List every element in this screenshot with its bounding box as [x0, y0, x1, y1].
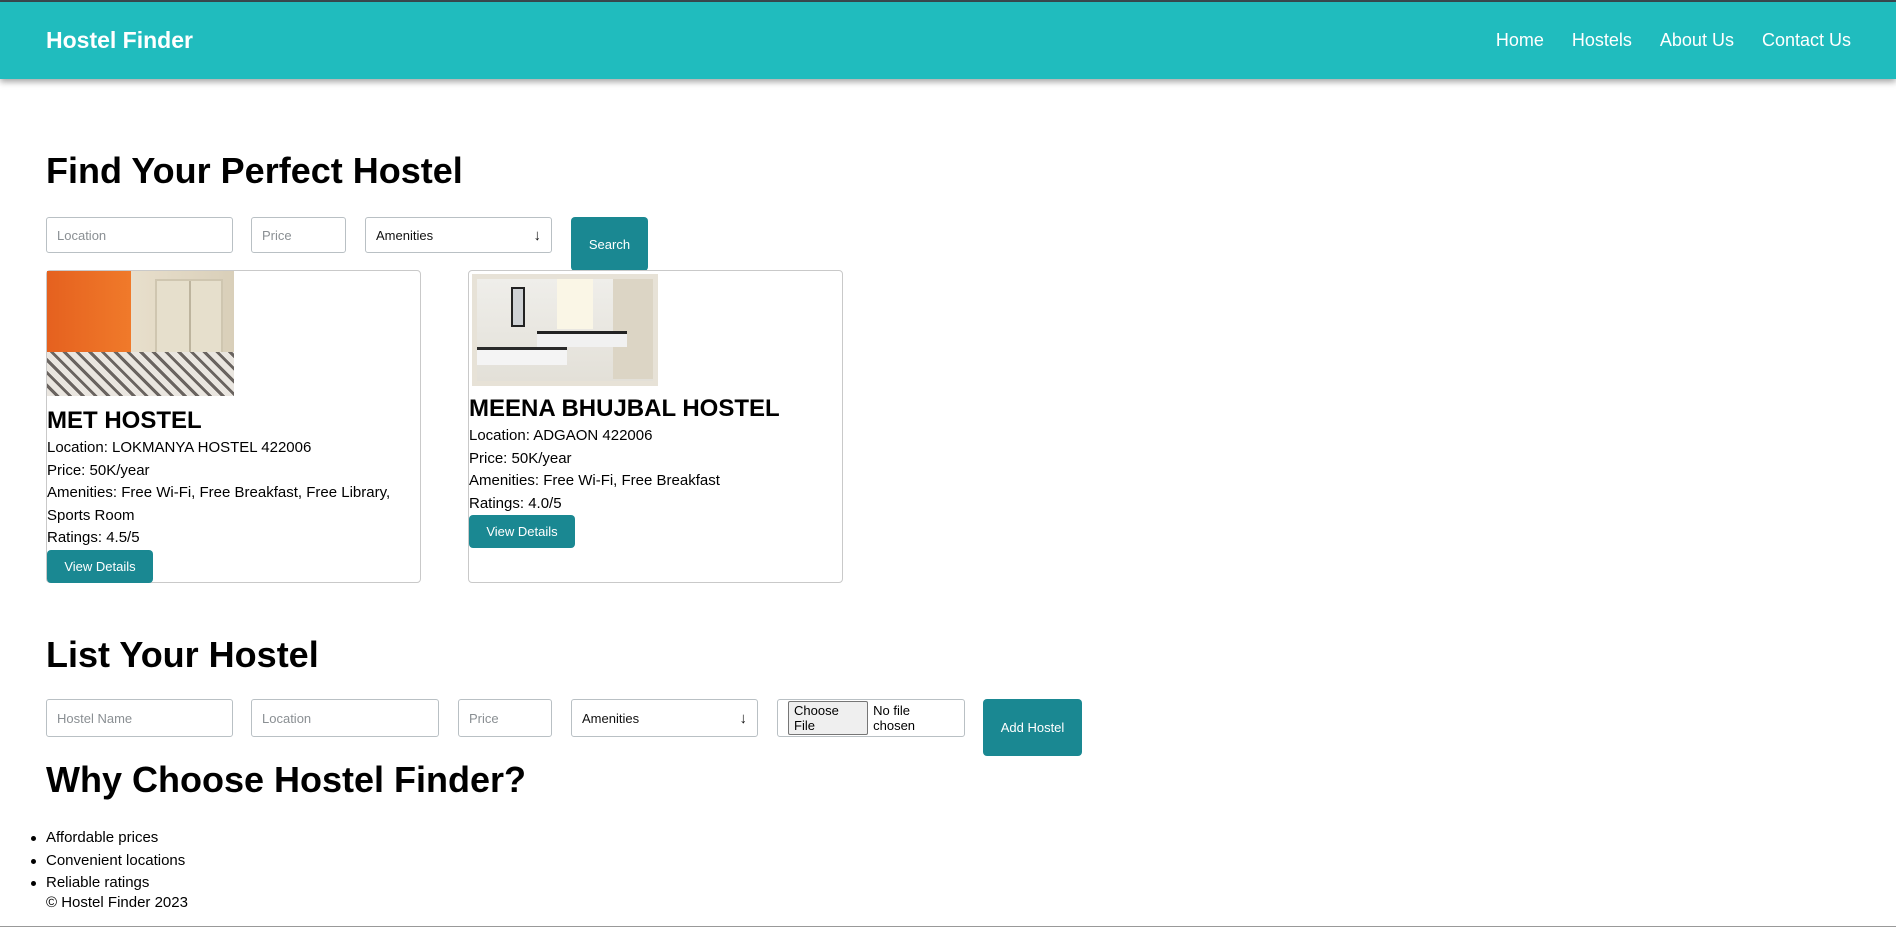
hostel-price: Price: 50K/year	[469, 449, 572, 467]
brand-logo[interactable]: Hostel Finder	[46, 27, 193, 54]
hostel-name-input[interactable]: Hostel Name	[46, 699, 233, 737]
amenities-select-value: Amenities	[376, 227, 434, 243]
hostel-ratings: Ratings: 4.5/5	[47, 529, 140, 546]
search-location-input[interactable]: Location	[46, 217, 233, 253]
hostel-location: Location: LOKMANYA HOSTEL 422006	[47, 439, 312, 456]
file-status-text: No file chosen	[873, 703, 916, 733]
arrow-down-icon: ↓	[533, 226, 542, 244]
hostel-ratings: Ratings: 4.0/5	[469, 494, 562, 512]
amenities-select-value: Amenities	[582, 710, 640, 726]
main-nav: Home Hostels About Us Contact Us	[1496, 30, 1851, 51]
hostel-price: Price: 50K/year	[47, 461, 150, 479]
navbar: Hostel Finder Home Hostels About Us Cont…	[0, 2, 1896, 79]
list-price-input[interactable]: Price	[458, 699, 552, 737]
list-hostel-title: List Your Hostel	[46, 634, 319, 675]
why-title: Why Choose Hostel Finder?	[46, 759, 527, 800]
search-title: Find Your Perfect Hostel	[46, 150, 463, 191]
hostel-card: MEENA BHUJBAL HOSTEL Location: ADGAON 42…	[468, 270, 843, 583]
hostel-amenities: Amenities: Free Wi-Fi, Free Breakfast	[469, 472, 720, 489]
nav-about-link[interactable]: About Us	[1660, 30, 1734, 51]
benefits-list: Affordable prices Convenient locations R…	[30, 827, 185, 895]
search-price-input[interactable]: Price	[251, 217, 346, 253]
nav-contact-link[interactable]: Contact Us	[1762, 30, 1851, 51]
choose-file-button[interactable]: Choose File	[788, 701, 869, 735]
search-button[interactable]: Search	[571, 217, 648, 271]
list-amenities-select[interactable]: Amenities ↓	[571, 699, 758, 737]
arrow-down-icon: ↓	[739, 709, 748, 727]
hostel-name: MET HOSTEL	[47, 407, 202, 434]
list-item: Affordable prices	[30, 827, 185, 850]
list-item: Reliable ratings	[30, 872, 185, 895]
list-item: Convenient locations	[30, 850, 185, 873]
hostel-amenities: Amenities: Free Wi-Fi, Free Breakfast, F…	[47, 484, 391, 524]
add-hostel-button[interactable]: Add Hostel	[983, 699, 1082, 756]
footer-copyright: © Hostel Finder 2023	[46, 894, 188, 911]
search-amenities-select[interactable]: Amenities ↓	[365, 217, 552, 253]
hostel-photo	[47, 271, 234, 396]
view-details-button[interactable]: View Details	[469, 515, 575, 548]
hostel-photo	[472, 274, 658, 386]
hostel-name: MEENA BHUJBAL HOSTEL	[469, 395, 780, 422]
nav-hostels-link[interactable]: Hostels	[1572, 30, 1632, 51]
view-details-button[interactable]: View Details	[47, 549, 153, 583]
hostel-card: MET HOSTEL Location: LOKMANYA HOSTEL 422…	[46, 270, 421, 583]
list-location-input[interactable]: Location	[251, 699, 439, 737]
nav-home-link[interactable]: Home	[1496, 30, 1544, 51]
file-upload-input[interactable]: Choose File No file chosen	[777, 699, 965, 737]
hostel-location: Location: ADGAON 422006	[469, 427, 653, 444]
